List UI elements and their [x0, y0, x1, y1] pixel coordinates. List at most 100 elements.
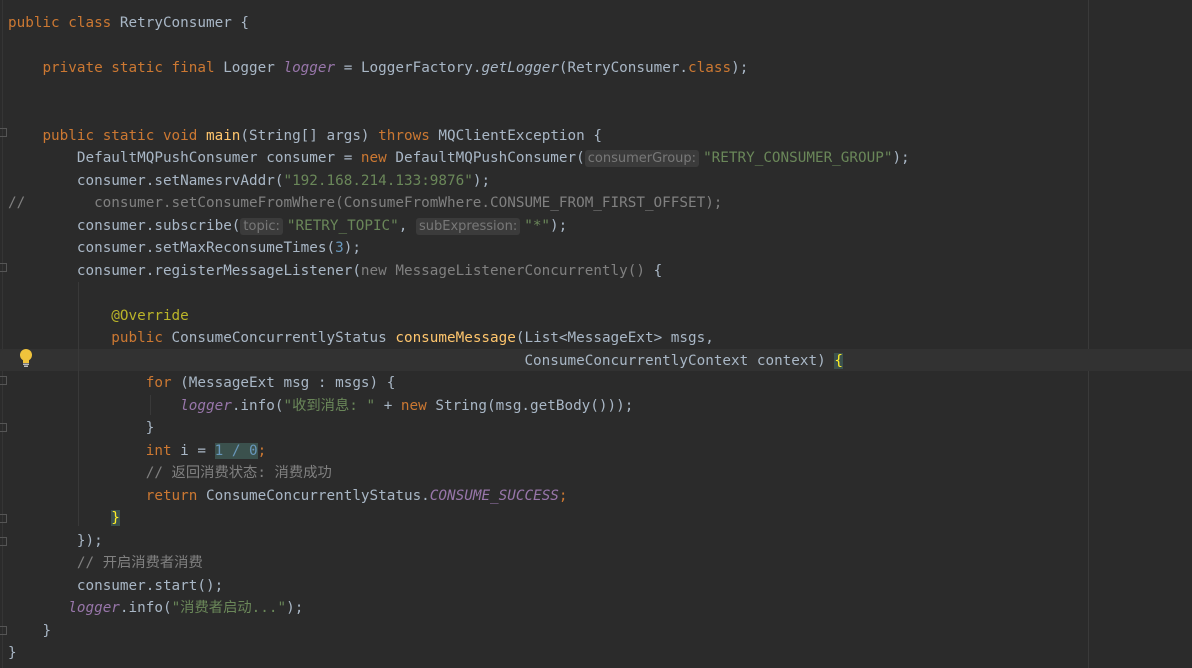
code-text: i =	[171, 442, 215, 459]
keyword: int	[145, 442, 172, 459]
code-text: consumer.setNamesrvAddr(	[76, 172, 284, 189]
comment: // 开启消费者消费	[76, 555, 203, 571]
fold-marker-icon[interactable]	[0, 514, 7, 523]
code-line: consumer.setNamesrvAddr("192.168.214.133…	[8, 170, 910, 193]
code-line: }	[8, 417, 910, 440]
parameter-hint: subExpression:	[416, 217, 521, 235]
code-editor[interactable]: public class RetryConsumer { private sta…	[0, 0, 1192, 668]
comment: // consumer.setConsumeFromWhere(ConsumeF…	[8, 195, 723, 211]
code-text: .info(	[119, 600, 172, 616]
code-text: {	[644, 262, 663, 279]
code-text: ;	[257, 442, 267, 459]
matched-brace: }	[111, 510, 120, 526]
string-literal: "消费者启动..."	[171, 600, 287, 616]
code-text: });	[76, 532, 103, 549]
code-text: DefaultMQPushConsumer consumer =	[76, 150, 361, 166]
number-literal: 3	[335, 240, 344, 256]
code-text: .info(	[231, 397, 284, 414]
string-literal: "192.168.214.133:9876"	[283, 172, 473, 189]
enum-constant: CONSUME_SUCCESS	[429, 487, 559, 504]
fold-marker-icon[interactable]	[0, 537, 7, 546]
field: logger	[283, 60, 336, 76]
keyword: for	[145, 375, 172, 391]
code-line: private static final Logger logger = Log…	[8, 57, 910, 80]
keyword: private static final	[42, 60, 215, 76]
fold-marker-icon[interactable]	[0, 263, 7, 272]
parameter-hint: consumerGroup:	[584, 150, 700, 167]
code-text: consumer.start();	[76, 577, 224, 594]
code-line: }	[8, 620, 910, 643]
keyword: class	[688, 60, 732, 76]
code-line: public ConsumeConcurrentlyStatus consume…	[8, 327, 910, 350]
code-line: }	[8, 507, 910, 530]
fold-marker-icon[interactable]	[0, 423, 7, 432]
type: Logger	[214, 60, 284, 76]
code-line: public class RetryConsumer {	[8, 12, 910, 35]
code-text: );	[892, 150, 910, 166]
folded-anonymous-class: new MessageListenerConcurrently()	[360, 262, 645, 279]
code-line: // 返回消费状态: 消费成功	[8, 462, 910, 485]
right-margin-guide	[1088, 0, 1089, 668]
code-text: DefaultMQPushConsumer(	[386, 150, 585, 166]
code-line: @Override	[8, 305, 910, 328]
method-name: main	[205, 127, 241, 144]
code-text: ConsumeConcurrentlyContext context)	[524, 352, 835, 369]
code-text: ,	[398, 217, 416, 234]
type: ConsumeConcurrentlyStatus	[162, 330, 396, 346]
keyword: public	[111, 330, 163, 346]
method-call: getLogger	[481, 60, 559, 76]
code-content[interactable]: public class RetryConsumer { private sta…	[8, 12, 910, 665]
parameter-hint: topic:	[240, 217, 283, 235]
keyword: public static void	[42, 127, 198, 144]
code-text: );	[343, 240, 361, 256]
code-line: for (MessageExt msg : msgs) {	[8, 372, 910, 395]
class-name: RetryConsumer {	[111, 15, 250, 31]
string-literal: "RETRY_CONSUMER_GROUP"	[703, 150, 893, 166]
code-text: (RetryConsumer.	[558, 60, 689, 76]
fold-marker-icon[interactable]	[0, 376, 7, 385]
method-name: consumeMessage	[395, 330, 516, 346]
code-line: }	[8, 642, 910, 665]
fold-marker-icon[interactable]	[0, 128, 7, 137]
keyword: new	[360, 150, 387, 166]
code-text: }	[42, 622, 52, 639]
code-text: );	[286, 600, 304, 616]
code-line: return ConsumeConcurrentlyStatus.CONSUME…	[8, 485, 910, 508]
string-literal: "RETRY_TOPIC"	[286, 217, 399, 234]
code-text: consumer.subscribe(	[76, 217, 241, 234]
matched-brace: {	[834, 352, 843, 369]
code-line: // 开启消费者消费	[8, 552, 910, 575]
code-text: );	[472, 172, 491, 189]
code-line: logger.info("收到消息: " + new String(msg.ge…	[8, 395, 910, 418]
keyword: public class	[8, 15, 112, 31]
code-line: consumer.start();	[8, 575, 910, 598]
code-text: );	[550, 217, 568, 234]
code-text: }	[8, 645, 17, 661]
code-text: (MessageExt msg : msgs) {	[171, 375, 396, 391]
code-line: consumer.registerMessageListener(new Mes…	[8, 260, 910, 283]
code-text: +	[375, 397, 401, 414]
code-line: logger.info("消费者启动...");	[8, 597, 910, 620]
code-text: consumer.setMaxReconsumeTimes(	[76, 240, 336, 256]
code-text: ConsumeConcurrentlyStatus.	[197, 487, 430, 504]
code-text: );	[731, 60, 749, 76]
code-text: }	[145, 420, 155, 436]
code-line: consumer.setMaxReconsumeTimes(3);	[8, 237, 910, 260]
code-line: ConsumeConcurrentlyContext context) {	[8, 350, 910, 373]
field: logger	[180, 397, 232, 414]
code-text: consumer.registerMessageListener(	[76, 262, 361, 279]
code-line: });	[8, 530, 910, 553]
code-line: consumer.subscribe(topic: "RETRY_TOPIC", …	[8, 215, 910, 238]
warning-expression[interactable]: 1 / 0	[214, 442, 258, 459]
fold-marker-icon[interactable]	[0, 626, 7, 635]
keyword: throws	[378, 127, 430, 144]
code-line: int i = 1 / 0;	[8, 440, 910, 463]
code-text: = LoggerFactory.	[335, 60, 482, 76]
field: logger	[68, 600, 120, 616]
gutter-border	[2, 0, 3, 668]
code-text: ;	[558, 487, 568, 504]
